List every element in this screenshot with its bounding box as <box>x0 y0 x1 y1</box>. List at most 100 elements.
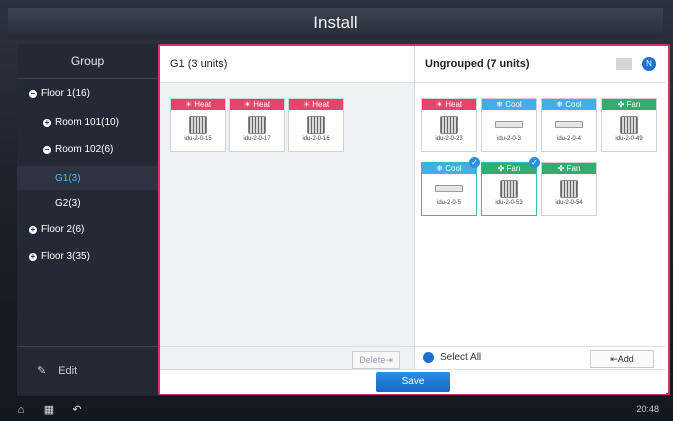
unit-name: idu-2-0-4 <box>556 136 581 142</box>
sun-icon: ☀ <box>243 100 254 109</box>
back-icon[interactable]: ↶ <box>70 404 84 416</box>
heat-mode-badge: ☀ Heat <box>171 99 225 110</box>
mode-label: Cool <box>565 100 582 109</box>
expand-icon[interactable]: + <box>29 225 37 234</box>
unit-card[interactable]: ☀ Heat idu-2-0-23 <box>421 98 477 152</box>
tree-item-room-101[interactable]: + Room 101(10) <box>43 117 119 128</box>
snowflake-icon: ❄ <box>436 164 446 173</box>
window-title: Install <box>8 8 663 38</box>
group-panel-title: G1 (3 units) <box>160 46 414 83</box>
unit-card[interactable]: ✤ Fan idu-2-0-53 ✓ <box>481 157 540 216</box>
unit-card[interactable]: ☀ Heat idu-2-0-17 <box>229 98 285 152</box>
unit-card[interactable]: ☀ Heat idu-2-0-16 <box>288 98 344 152</box>
ungrouped-panel: Ungrouped (7 units) N ☀ Heat idu-2-0-23 … <box>415 46 666 346</box>
tree-item-label: Floor 3(35) <box>41 251 90 262</box>
unit-name: idu-2-0-16 <box>302 136 330 142</box>
unit-card[interactable]: ❄ Cool idu-2-0-3 <box>481 98 537 152</box>
tree-item-floor-3[interactable]: + Floor 3(35) <box>29 251 90 262</box>
sun-icon: ☀ <box>302 100 313 109</box>
check-icon: ✓ <box>529 157 540 168</box>
tree-item-label: G1(3) <box>55 172 81 184</box>
unit-name: idu-2-0-17 <box>243 136 271 142</box>
unit-name: idu-2-0-5 <box>436 200 461 206</box>
expand-icon[interactable]: + <box>43 118 51 127</box>
cool-mode-badge: ❄ Cool <box>422 163 476 174</box>
unit-name: idu-2-0-54 <box>555 200 583 206</box>
tree-item-label: G2(3) <box>55 198 81 209</box>
edit-button[interactable]: ✎ Edit <box>17 346 158 394</box>
expand-icon[interactable]: + <box>29 252 37 261</box>
mode-label: Heat <box>312 100 330 109</box>
home-icon[interactable]: ⌂ <box>14 404 28 416</box>
tree-item-floor-2[interactable]: + Floor 2(6) <box>29 224 84 235</box>
select-all-toggle[interactable]: Select All <box>423 352 481 363</box>
unit-card[interactable]: ❄ Cool idu-2-0-5 ✓ <box>421 157 480 216</box>
unit-name: idu-2-0-49 <box>615 136 643 142</box>
taskbar: ⌂ ▦ ↶ 20:48 <box>0 399 673 421</box>
heat-mode-badge: ☀ Heat <box>230 99 284 110</box>
collapse-icon[interactable]: − <box>29 89 37 98</box>
add-arrow-icon: ⇤ <box>610 354 618 364</box>
unit-card[interactable]: ✤ Fan idu-2-0-49 <box>601 98 657 152</box>
n-badge[interactable]: N <box>642 57 656 71</box>
collapse-icon[interactable]: − <box>43 145 51 154</box>
check-icon: ✓ <box>469 157 480 168</box>
fan-mode-badge: ✤ Fan <box>602 99 656 110</box>
cool-mode-badge: ❄ Cool <box>542 99 596 110</box>
select-all-radio[interactable] <box>423 352 434 363</box>
add-button[interactable]: ⇤Add <box>590 350 654 368</box>
save-row: Save <box>160 369 666 394</box>
clock: 20:48 <box>636 404 659 414</box>
mode-label: Heat <box>194 100 212 109</box>
fan-mode-badge: ✤ Fan <box>542 163 596 174</box>
indoor-unit-icon <box>560 180 578 198</box>
wall-unit-icon <box>495 121 523 128</box>
tree-item-g2[interactable]: G2(3) <box>55 198 81 209</box>
unit-card[interactable]: ☀ Heat idu-2-0-15 <box>170 98 226 152</box>
indoor-unit-icon <box>189 116 207 134</box>
indoor-unit-icon <box>307 116 325 134</box>
delete-button[interactable]: Delete⇥ <box>352 351 400 369</box>
heat-mode-badge: ☀ Heat <box>422 99 476 110</box>
install-main: G1 (3 units) ☀ Heat idu-2-0-15 ☀ Heat id… <box>158 44 670 395</box>
tree-item-label: Floor 1(16) <box>41 88 90 99</box>
pencil-icon: ✎ <box>37 365 47 377</box>
tree-item-room-102[interactable]: − Room 102(6) <box>43 144 113 155</box>
tree-item-label: Floor 2(6) <box>41 224 85 235</box>
mode-label: Heat <box>445 100 463 109</box>
unit-card[interactable]: ❄ Cool idu-2-0-4 <box>541 98 597 152</box>
mode-label: Cool <box>505 100 522 109</box>
outdoor-unit-icon[interactable] <box>616 58 632 70</box>
unit-name: idu-2-0-23 <box>435 136 463 142</box>
fan-mode-badge: ✤ Fan <box>482 163 536 174</box>
sun-icon: ☀ <box>435 100 446 109</box>
tree-item-label: Room 102(6) <box>55 144 114 155</box>
grid-menu-icon[interactable]: ▦ <box>42 404 56 416</box>
mode-label: Heat <box>253 100 271 109</box>
group-heading: Group <box>17 44 158 79</box>
indoor-unit-icon <box>440 116 458 134</box>
sun-icon: ☀ <box>184 100 195 109</box>
add-label: Add <box>617 354 634 364</box>
ungrouped-title-label: Ungrouped (7 units) <box>425 58 530 70</box>
group-panel: G1 (3 units) ☀ Heat idu-2-0-15 ☀ Heat id… <box>160 46 415 346</box>
select-all-label: Select All <box>440 352 482 363</box>
mode-label: Cool <box>445 164 462 173</box>
save-button[interactable]: Save <box>376 372 450 392</box>
indoor-unit-icon <box>248 116 266 134</box>
unit-card[interactable]: ✤ Fan idu-2-0-54 <box>541 162 597 216</box>
unit-name: idu-2-0-3 <box>496 136 521 142</box>
group-sidebar: Group − Floor 1(16) + Room 101(10) − Roo… <box>17 44 158 394</box>
panel-header-icons: N <box>616 57 656 71</box>
fan-icon: ✤ <box>617 100 627 109</box>
delete-arrow-icon: ⇥ <box>385 355 393 365</box>
tree-item-floor-1[interactable]: − Floor 1(16) <box>29 88 90 99</box>
tree-item-g1[interactable]: G1(3) <box>17 166 158 190</box>
mode-label: Fan <box>506 164 521 173</box>
cool-mode-badge: ❄ Cool <box>482 99 536 110</box>
mode-label: Fan <box>566 164 581 173</box>
indoor-unit-icon <box>500 180 518 198</box>
unit-name: idu-2-0-53 <box>495 200 523 206</box>
edit-label: Edit <box>58 364 78 377</box>
tree-item-label: Room 101(10) <box>55 117 119 128</box>
